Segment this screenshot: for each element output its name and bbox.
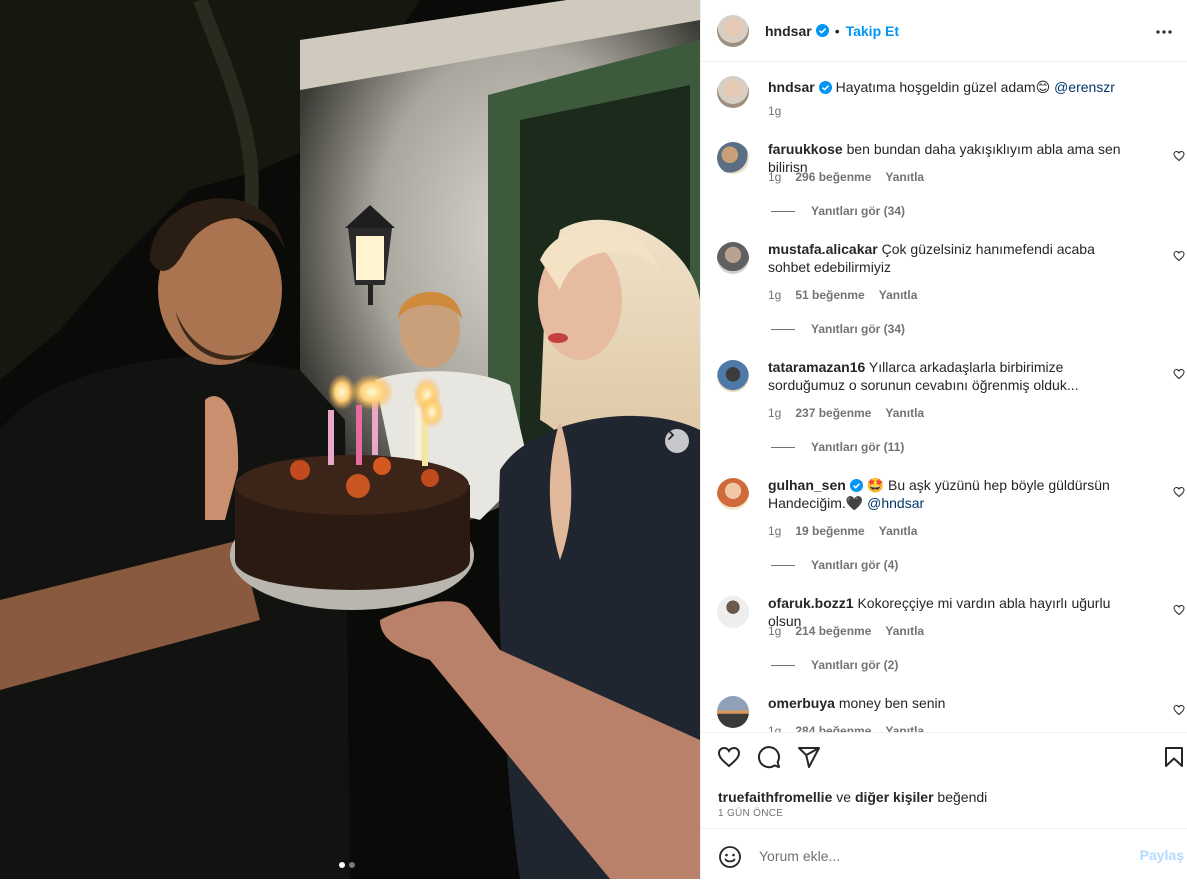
comment-time: 1g xyxy=(768,724,782,732)
comment-bubble-icon[interactable] xyxy=(757,745,781,769)
replies-line xyxy=(771,446,795,448)
view-replies-button[interactable]: Yanıtları gör (34) xyxy=(771,204,905,218)
comment-time: 1g xyxy=(768,288,782,302)
comment-like-count[interactable]: 214 beğenme xyxy=(795,624,871,638)
reply-button[interactable]: Yanıtla xyxy=(885,624,924,638)
comment-like-count[interactable]: 284 beğenme xyxy=(795,724,871,732)
post-photo[interactable] xyxy=(0,0,700,879)
heart-icon[interactable] xyxy=(717,745,741,769)
commenter-avatar[interactable] xyxy=(717,596,749,628)
bookmark-icon[interactable] xyxy=(1162,745,1186,769)
commenter-avatar[interactable] xyxy=(717,360,749,392)
replies-line xyxy=(771,664,795,666)
comment-like-count[interactable]: 51 beğenme xyxy=(795,288,864,302)
carousel-dot xyxy=(349,862,355,868)
post-details-panel: hndsar • Takip Et hndsar Hayatıma hoşgel… xyxy=(700,0,1187,879)
more-horizontal-icon[interactable] xyxy=(1152,20,1176,44)
liked-by-summary: truefaithfromellie ve diğer kişiler beğe… xyxy=(718,789,987,805)
post-actions: truefaithfromellie ve diğer kişiler beğe… xyxy=(701,732,1187,880)
comment-time: 1g xyxy=(768,624,782,638)
commenter-avatar[interactable] xyxy=(717,478,749,510)
carousel-dot-active xyxy=(339,862,345,868)
commenter-username[interactable]: gulhan_sen xyxy=(768,477,846,493)
commenter-username[interactable]: ofaruk.bozz1 xyxy=(768,595,854,611)
caption-time: 1g xyxy=(768,104,782,118)
comment-time: 1g xyxy=(768,170,782,184)
reply-button[interactable]: Yanıtla xyxy=(885,724,924,732)
view-replies-label: Yanıtları gör (34) xyxy=(811,322,906,336)
header-separator: • xyxy=(834,22,840,39)
replies-line xyxy=(771,328,795,330)
verified-badge-icon xyxy=(818,81,832,94)
replies-line xyxy=(771,210,795,212)
comment-heart-icon[interactable] xyxy=(1173,704,1185,716)
verified-badge-icon xyxy=(849,479,863,492)
commenter-username[interactable]: mustafa.alicakar xyxy=(768,241,878,257)
comment-like-count[interactable]: 296 beğenme xyxy=(795,170,871,184)
commenter-avatar[interactable] xyxy=(717,242,749,274)
reply-button[interactable]: Yanıtla xyxy=(885,406,924,420)
liked-by-and: ve xyxy=(836,789,852,805)
comment-text: money ben senin xyxy=(838,695,946,711)
view-replies-button[interactable]: Yanıtları gör (34) xyxy=(771,322,905,336)
carousel-next-button[interactable] xyxy=(665,429,689,453)
comment-time: 1g xyxy=(768,524,782,538)
view-replies-label: Yanıtları gör (2) xyxy=(811,658,899,672)
view-replies-button[interactable]: Yanıtları gör (11) xyxy=(771,440,904,454)
view-replies-button[interactable]: Yanıtları gör (2) xyxy=(771,658,898,672)
caption-author-username[interactable]: hndsar xyxy=(768,79,815,95)
view-replies-button[interactable]: Yanıtları gör (4) xyxy=(771,558,898,572)
comment-heart-icon[interactable] xyxy=(1173,486,1185,498)
caption-author-avatar[interactable] xyxy=(717,76,749,108)
liked-by-suffix: beğendi xyxy=(937,789,988,805)
smiley-icon[interactable] xyxy=(718,845,742,869)
comment-input[interactable] xyxy=(757,844,1131,868)
action-icons xyxy=(717,745,821,769)
carousel-indicator xyxy=(339,862,355,868)
view-replies-label: Yanıtları gör (34) xyxy=(811,204,906,218)
comment-heart-icon[interactable] xyxy=(1173,250,1185,262)
author-username[interactable]: hndsar xyxy=(765,23,812,39)
chevron-right-icon xyxy=(668,430,675,440)
view-replies-label: Yanıtları gör (4) xyxy=(811,558,899,572)
comment-heart-icon[interactable] xyxy=(1173,150,1185,162)
add-comment-bar: Paylaş xyxy=(701,828,1187,881)
reply-button[interactable]: Yanıtla xyxy=(879,524,918,538)
comments-list[interactable]: hndsar Hayatıma hoşgeldin güzel adam😊 @e… xyxy=(701,62,1187,732)
reply-button[interactable]: Yanıtla xyxy=(885,170,924,184)
comment-like-count[interactable]: 19 beğenme xyxy=(795,524,864,538)
comment-time: 1g xyxy=(768,406,782,420)
liked-by-others[interactable]: diğer kişiler xyxy=(855,789,934,805)
comment-heart-icon[interactable] xyxy=(1173,368,1185,380)
paper-plane-icon[interactable] xyxy=(797,745,821,769)
commenter-avatar[interactable] xyxy=(717,142,749,174)
post-comment-button[interactable]: Paylaş xyxy=(1140,847,1184,863)
caption-text: Hayatıma hoşgeldin güzel adam😊 xyxy=(835,79,1051,95)
replies-line xyxy=(771,564,795,566)
comment-mention-link[interactable]: @hndsar xyxy=(867,495,924,511)
verified-badge-icon xyxy=(815,24,829,37)
comment-like-count[interactable]: 237 beğenme xyxy=(795,406,871,420)
view-replies-label: Yanıtları gör (11) xyxy=(811,440,905,454)
comment-heart-icon[interactable] xyxy=(1173,604,1185,616)
commenter-username[interactable]: omerbuya xyxy=(768,695,835,711)
commenter-username[interactable]: faruukkose xyxy=(768,141,843,157)
post-header: hndsar • Takip Et xyxy=(701,0,1187,62)
commenter-avatar[interactable] xyxy=(717,696,749,728)
liked-by-user[interactable]: truefaithfromellie xyxy=(718,789,832,805)
follow-button[interactable]: Takip Et xyxy=(846,23,899,39)
reply-button[interactable]: Yanıtla xyxy=(879,288,918,302)
caption-mention-link[interactable]: @erenszr xyxy=(1054,79,1115,95)
post-image xyxy=(0,0,700,879)
commenter-username[interactable]: tataramazan16 xyxy=(768,359,865,375)
post-timestamp[interactable]: 1 GÜN ÖNCE xyxy=(718,808,783,819)
author-avatar[interactable] xyxy=(717,14,749,47)
